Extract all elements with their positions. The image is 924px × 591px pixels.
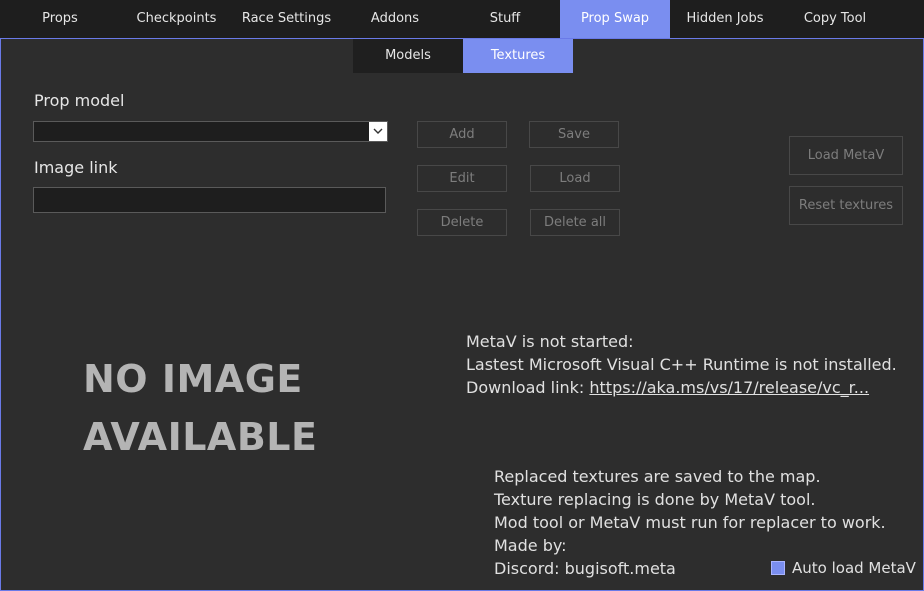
note-line: Texture replacing is done by MetaV tool. — [494, 490, 816, 509]
edit-button[interactable]: Edit — [417, 165, 507, 192]
status-line-2: Lastest Microsoft Visual C++ Runtime is … — [466, 355, 897, 374]
add-button[interactable]: Add — [417, 121, 507, 148]
prop-model-label: Prop model — [34, 91, 125, 110]
image-link-label: Image link — [34, 158, 118, 177]
image-preview-placeholder: NO IMAGE AVAILABLE — [83, 350, 317, 466]
tab-hidden-jobs[interactable]: Hidden Jobs — [670, 0, 780, 38]
no-image-line: NO IMAGE — [83, 357, 303, 401]
prop-swap-panel: Models Textures Prop model Image link Ad… — [0, 38, 924, 591]
tab-addons[interactable]: Addons — [340, 0, 450, 38]
tab-stuff[interactable]: Stuff — [450, 0, 560, 38]
metav-status: MetaV is not started: Lastest Microsoft … — [466, 330, 897, 399]
tab-props[interactable]: Props — [0, 0, 120, 38]
load-metav-button[interactable]: Load MetaV — [789, 136, 903, 175]
status-line-3: Download link: https://aka.ms/vs/17/rele… — [466, 376, 897, 399]
subtab-models[interactable]: Models — [353, 39, 463, 73]
download-link[interactable]: https://aka.ms/vs/17/release/vc_r... — [589, 378, 869, 397]
auto-load-metav-label: Auto load MetaV — [792, 559, 916, 577]
delete-all-button[interactable]: Delete all — [530, 209, 620, 236]
checkbox-checked-icon[interactable] — [771, 561, 785, 575]
note-line: Replaced textures are saved to the map. — [494, 467, 821, 486]
note-line: Mod tool or MetaV must run for replacer … — [494, 513, 886, 532]
status-line-1: MetaV is not started: — [466, 332, 634, 351]
chevron-down-icon[interactable] — [369, 122, 387, 141]
auto-load-metav-checkbox[interactable]: Auto load MetaV — [771, 559, 916, 577]
tab-checkpoints[interactable]: Checkpoints — [120, 0, 233, 38]
tab-race-settings[interactable]: Race Settings — [233, 0, 340, 38]
subtab-textures[interactable]: Textures — [463, 39, 573, 73]
delete-button[interactable]: Delete — [417, 209, 507, 236]
reset-textures-button[interactable]: Reset textures — [789, 186, 903, 225]
main-tab-bar: Props Checkpoints Race Settings Addons S… — [0, 0, 924, 38]
image-link-input[interactable] — [33, 187, 386, 213]
note-line: Made by: — [494, 536, 567, 555]
prop-model-dropdown[interactable] — [33, 121, 388, 142]
save-button[interactable]: Save — [529, 121, 619, 148]
load-button[interactable]: Load — [530, 165, 620, 192]
download-link-prefix: Download link: — [466, 378, 590, 397]
tab-prop-swap[interactable]: Prop Swap — [560, 0, 670, 38]
tab-copy-tool[interactable]: Copy Tool — [780, 0, 890, 38]
available-line: AVAILABLE — [83, 415, 318, 459]
